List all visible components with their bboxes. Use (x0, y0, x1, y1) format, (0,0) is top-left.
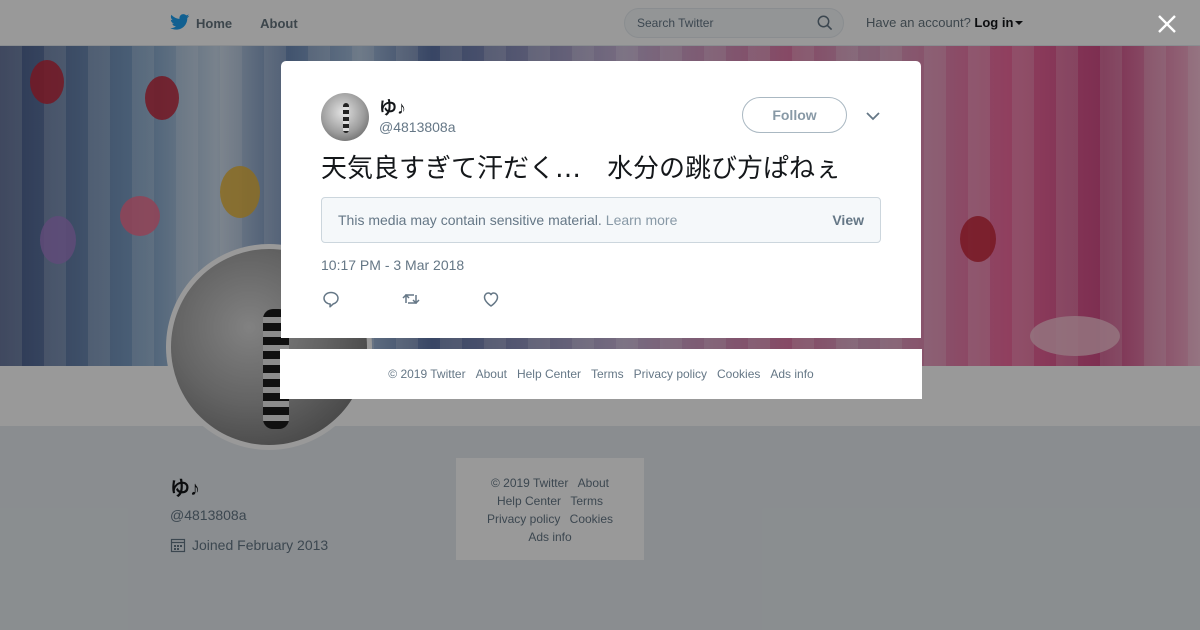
tweet-text: 天気良すぎて汗だく… 水分の跳び方ぱねぇ (321, 154, 842, 184)
heart-icon[interactable] (481, 289, 561, 309)
footer-terms[interactable]: Terms (591, 367, 624, 381)
sensitive-media-notice: This media may contain sensitive materia… (321, 197, 881, 243)
retweet-icon[interactable] (401, 289, 481, 309)
avatar-figure (343, 103, 349, 133)
tweet-actions (321, 289, 561, 309)
follow-button[interactable]: Follow (742, 97, 847, 133)
footer-privacy-policy[interactable]: Privacy policy (634, 367, 707, 381)
tweet-modal: ゆ♪ @4813808a Follow 天気良すぎて汗だく… 水分の跳び方ぱねぇ… (281, 61, 921, 338)
learn-more-link[interactable]: Learn more (606, 212, 678, 228)
footer-copyright: © 2019 Twitter (388, 367, 466, 381)
footer-cookies[interactable]: Cookies (717, 367, 760, 381)
footer-about[interactable]: About (476, 367, 507, 381)
tweet-timestamp[interactable]: 10:17 PM - 3 Mar 2018 (321, 257, 464, 273)
sensitive-message: This media may contain sensitive materia… (338, 212, 602, 228)
reply-icon[interactable] (321, 289, 401, 309)
tweet-author-avatar[interactable] (321, 93, 369, 141)
tweet-author-name[interactable]: ゆ♪ (379, 94, 406, 120)
view-button[interactable]: View (832, 212, 864, 228)
close-icon[interactable] (1155, 12, 1179, 36)
modal-footer: © 2019 Twitter About Help Center Terms P… (280, 349, 922, 399)
footer-help-center[interactable]: Help Center (517, 367, 581, 381)
footer-ads-info[interactable]: Ads info (770, 367, 813, 381)
tweet-author-handle[interactable]: @4813808a (379, 119, 456, 135)
chevron-down-icon[interactable] (865, 109, 881, 121)
